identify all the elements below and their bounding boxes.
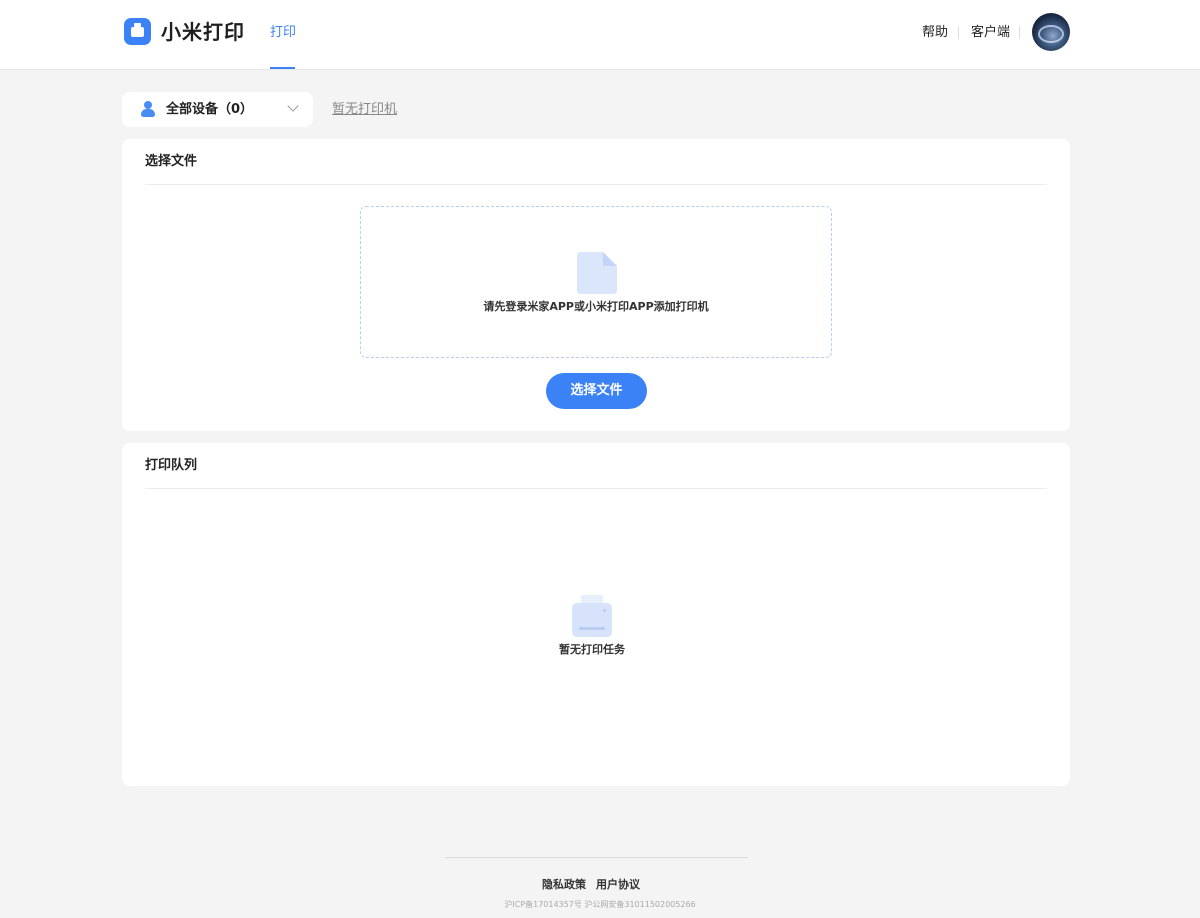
privacy-policy-link[interactable]: 隐私政策 <box>542 877 586 892</box>
chevron-down-icon <box>287 100 299 112</box>
card-divider <box>145 488 1047 489</box>
printer-logo-icon[interactable] <box>124 18 151 45</box>
card-title: 打印队列 <box>145 458 198 473</box>
help-link[interactable]: 帮助 <box>922 24 948 42</box>
brand-title[interactable]: 小米打印 <box>161 18 245 46</box>
device-selector[interactable]: 全部设备（0） <box>122 92 313 127</box>
footer-divider <box>445 857 748 858</box>
user-icon <box>140 101 156 117</box>
file-icon <box>577 252 617 294</box>
card-divider <box>145 184 1047 185</box>
nav-tab-print[interactable]: 打印 <box>270 24 296 42</box>
device-selector-label: 全部设备（0） <box>166 102 254 117</box>
no-printer-link[interactable]: 暂无打印机 <box>332 101 397 118</box>
queue-empty-text: 暂无打印任务 <box>559 643 625 656</box>
top-header: 小米打印 打印 帮助 客户端 <box>0 0 1200 70</box>
dropzone-prompt: 请先登录米家APP或小米打印APP添加打印机 <box>483 300 709 313</box>
nav-tab-active-indicator <box>270 67 295 69</box>
select-file-button[interactable]: 选择文件 <box>546 373 647 409</box>
user-avatar[interactable] <box>1032 13 1070 51</box>
card-title: 选择文件 <box>145 154 198 169</box>
header-divider <box>1019 26 1020 39</box>
icp-record[interactable]: 沪ICP备17014357号 沪公网安备31011502005266 <box>0 899 1200 910</box>
client-link[interactable]: 客户端 <box>971 24 1010 42</box>
header-divider <box>958 26 959 39</box>
print-queue-card: 打印队列 暂无打印任务 <box>122 443 1070 786</box>
file-dropzone[interactable]: 请先登录米家APP或小米打印APP添加打印机 <box>360 206 832 358</box>
user-agreement-link[interactable]: 用户协议 <box>596 877 640 892</box>
printer-icon <box>572 595 612 637</box>
select-file-card: 选择文件 请先登录米家APP或小米打印APP添加打印机 选择文件 <box>122 139 1070 431</box>
